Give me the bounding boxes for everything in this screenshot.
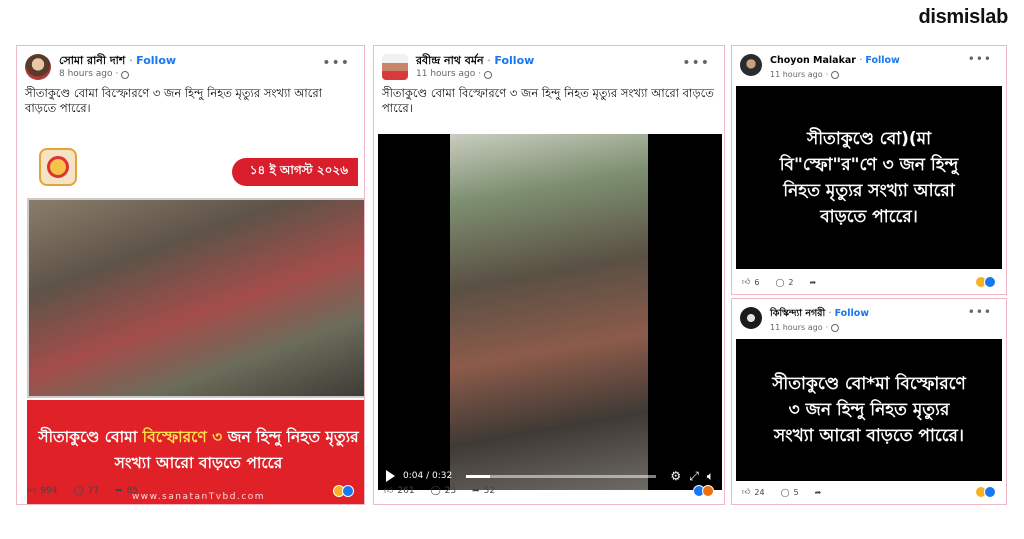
video-player[interactable]: 0:04 / 0:32 ⚙ ⤢ 🔈︎: [378, 134, 722, 490]
share-icon: ➦: [115, 486, 123, 496]
headline-highlight: বিস্ফোরণে ৩: [142, 428, 223, 446]
like-reaction-icon: [984, 486, 996, 498]
post-footer: 👍︎ 261 ◯ 23 ➦ 52: [374, 478, 724, 504]
post-card-3: Choyon Malakar · Follow 11 hours ago · •…: [731, 45, 1007, 295]
avatar[interactable]: [740, 54, 762, 76]
globe-icon: [831, 70, 840, 79]
share-icon: ➦: [809, 277, 817, 287]
more-options-icon[interactable]: •••: [682, 55, 710, 71]
avatar[interactable]: [382, 54, 408, 80]
post-image[interactable]: ১৪ ই আগস্ট ২০২৬ সীতাকুণ্ডে বোমা বিস্ফোরণ…: [27, 138, 364, 504]
comment-count[interactable]: ◯ 2: [775, 278, 793, 287]
like-count[interactable]: 👍︎ 994: [27, 486, 58, 496]
follow-button[interactable]: Follow: [494, 54, 534, 67]
thumbs-up-icon: 👍︎: [742, 277, 751, 286]
reaction-icons[interactable]: [975, 486, 996, 498]
post-card-1: সোমা রানী দাশ · Follow 8 hours ago · •••…: [16, 45, 365, 505]
comment-icon: ◯: [775, 277, 785, 287]
comment-count[interactable]: ◯ 77: [74, 486, 100, 496]
globe-icon: [121, 70, 130, 79]
share-button[interactable]: ➦: [815, 488, 822, 497]
date-badge: ১৪ ই আগস্ট ২০২৬: [231, 158, 358, 186]
post-card-2: রবীন্দ্র নাথ বর্মন · Follow 11 hours ago…: [373, 45, 725, 505]
globe-icon: [484, 70, 493, 79]
text-post-background[interactable]: সীতাকুণ্ডে বো)(মা বি"স্ফো"র"ণে ৩ জন হিন্…: [736, 86, 1002, 269]
crowd-photo: [27, 198, 364, 398]
reaction-icons[interactable]: [693, 485, 714, 497]
reaction-icons[interactable]: [333, 485, 354, 497]
like-count[interactable]: 👍︎ 261: [384, 486, 415, 496]
author-name[interactable]: সোমা রানী দাশ: [59, 54, 125, 67]
author-name[interactable]: কিস্কিন্দ্যা নগরী: [770, 308, 825, 319]
like-reaction-icon: [342, 485, 354, 497]
follow-button[interactable]: Follow: [865, 55, 899, 66]
post-time[interactable]: 8 hours ago: [59, 68, 113, 81]
post-header: রবীন্দ্র নাথ বর্মন · Follow 11 hours ago…: [374, 46, 724, 86]
comment-count[interactable]: ◯ 5: [781, 488, 799, 497]
share-icon: ➦: [814, 487, 822, 497]
angry-reaction-icon: [702, 485, 714, 497]
more-options-icon[interactable]: •••: [968, 305, 992, 319]
thumbs-up-icon: 👍︎: [384, 486, 394, 496]
post-time[interactable]: 11 hours ago: [770, 321, 823, 334]
globe-icon: [831, 323, 840, 332]
follow-button[interactable]: Follow: [835, 308, 869, 319]
like-count[interactable]: 👍︎ 6: [742, 277, 759, 287]
thumbs-up-icon: 👍︎: [742, 487, 751, 496]
more-options-icon[interactable]: •••: [322, 55, 350, 71]
comment-count[interactable]: ◯ 23: [431, 486, 457, 496]
headline-text: সীতাকুণ্ডে বোমা বিস্ফোরণে ৩ জন হিন্দু নি…: [38, 428, 359, 472]
post-header: কিস্কিন্দ্যা নগরী · Follow 11 hours ago …: [732, 299, 1006, 335]
author-name[interactable]: রবীন্দ্র নাথ বর্মন: [416, 54, 484, 67]
comment-icon: ◯: [73, 486, 84, 496]
follow-button[interactable]: Follow: [136, 54, 176, 67]
brand-logo: dismislab: [918, 6, 1008, 28]
post-caption: সীতাকুণ্ডে বোমা বিস্ফোরণে ৩ জন হিন্দু নি…: [382, 86, 714, 115]
share-button[interactable]: ➦: [810, 278, 817, 287]
post-header: সোমা রানী দাশ · Follow 8 hours ago · •••: [17, 46, 364, 86]
author-name[interactable]: Choyon Malakar: [770, 55, 856, 66]
text-post-background[interactable]: সীতাকুণ্ডে বো*মা বিস্ফোরণে ৩ জন হিন্দু ন…: [736, 339, 1002, 481]
post-header: Choyon Malakar · Follow 11 hours ago · •…: [732, 46, 1006, 82]
avatar[interactable]: [740, 307, 762, 329]
share-icon: ➦: [472, 486, 480, 496]
like-count[interactable]: 👍︎ 24: [742, 487, 765, 497]
text-post-content: সীতাকুণ্ডে বো*মা বিস্ফোরণে ৩ জন হিন্দু ন…: [772, 374, 966, 446]
thumbs-up-icon: 👍︎: [27, 486, 37, 496]
post-footer: 👍︎ 24 ◯ 5 ➦: [732, 480, 1006, 504]
post-footer: 👍︎ 994 ◯ 77 ➦ 85: [17, 478, 364, 504]
like-reaction-icon: [984, 276, 996, 288]
channel-logo-icon: [39, 148, 77, 186]
avatar[interactable]: [25, 54, 51, 80]
share-count[interactable]: ➦ 52: [472, 486, 495, 496]
share-count[interactable]: ➦ 85: [115, 486, 138, 496]
post-time[interactable]: 11 hours ago: [770, 68, 823, 81]
video-frame: [450, 134, 648, 490]
reaction-icons[interactable]: [975, 276, 996, 288]
more-options-icon[interactable]: •••: [968, 52, 992, 66]
post-caption: সীতাকুণ্ডে বোমা বিস্ফোরণে ৩ জন হিন্দু নি…: [25, 86, 322, 115]
post-card-4: কিস্কিন্দ্যা নগরী · Follow 11 hours ago …: [731, 298, 1007, 505]
comment-icon: ◯: [780, 487, 790, 497]
text-post-content: সীতাকুণ্ডে বো)(মা বি"স্ফো"র"ণে ৩ জন হিন্…: [779, 128, 959, 227]
comment-icon: ◯: [430, 486, 441, 496]
post-time[interactable]: 11 hours ago: [416, 68, 475, 81]
post-footer: 👍︎ 6 ◯ 2 ➦: [732, 270, 1006, 294]
